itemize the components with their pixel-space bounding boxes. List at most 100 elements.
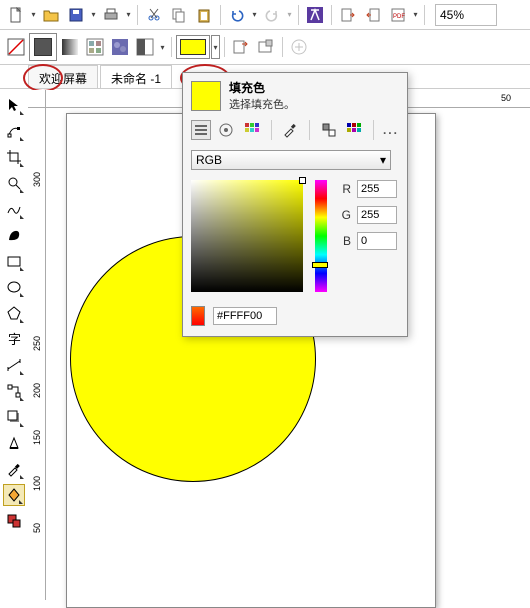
open-file-icon[interactable] [39, 3, 63, 27]
zoom-level-input[interactable] [435, 4, 497, 26]
print-icon[interactable] [99, 3, 123, 27]
new-file-icon[interactable] [4, 3, 28, 27]
hex-input[interactable] [213, 307, 277, 325]
app-launcher-icon[interactable] [303, 3, 327, 27]
texture-fill-icon[interactable] [108, 35, 132, 59]
saturation-value-area[interactable] [191, 180, 303, 292]
color-swatches-icon[interactable] [344, 120, 364, 140]
file-toolbar: ▾ ▾ ▾ ▾ ▾ PDF ▾ [0, 0, 530, 30]
separator [224, 37, 225, 57]
save-icon[interactable] [64, 3, 88, 27]
cut-icon[interactable] [142, 3, 166, 27]
view-palette-icon[interactable] [242, 120, 262, 140]
tab-welcome[interactable]: 欢迎屏幕 [28, 65, 98, 88]
r-input[interactable] [357, 180, 397, 198]
ruler-tick-label: 300 [32, 172, 42, 187]
pattern-fill-icon[interactable] [83, 35, 107, 59]
separator [171, 37, 172, 57]
zoom-tool-icon[interactable] [3, 172, 25, 194]
uniform-fill-icon[interactable] [29, 33, 57, 61]
current-fill-swatch [191, 81, 221, 111]
ellipse-tool-icon[interactable] [3, 276, 25, 298]
print-dropdown-icon[interactable]: ▾ [124, 3, 133, 27]
crop-tool-icon[interactable] [3, 146, 25, 168]
text-tool-icon[interactable]: 字 [3, 328, 25, 350]
g-input[interactable] [357, 206, 397, 224]
artistic-media-icon[interactable] [3, 224, 25, 246]
new-dropdown-icon[interactable]: ▾ [29, 3, 38, 27]
fill-color-dropdown-icon[interactable]: ▾ [211, 35, 220, 59]
rectangle-tool-icon[interactable] [3, 250, 25, 272]
b-label: B [339, 234, 351, 248]
eyedropper-icon[interactable] [281, 120, 301, 140]
redo-icon[interactable] [260, 3, 284, 27]
paste-icon[interactable] [192, 3, 216, 27]
color-model-label: RGB [196, 153, 222, 167]
ruler-tick-label: 250 [32, 336, 42, 351]
properties-toolbar: ▾ ▾ [0, 30, 530, 65]
add-icon[interactable] [287, 35, 311, 59]
ruler-tick-label: 200 [32, 383, 42, 398]
export-pdf-icon[interactable]: PDF [386, 3, 410, 27]
freehand-tool-icon[interactable] [3, 198, 25, 220]
popover-title: 填充色 [229, 79, 295, 96]
polygon-tool-icon[interactable] [3, 302, 25, 324]
smart-fill-icon[interactable] [3, 510, 25, 532]
separator [282, 37, 283, 57]
export-dropdown-icon[interactable]: ▾ [411, 3, 420, 27]
separator [331, 5, 332, 25]
connector-tool-icon[interactable] [3, 380, 25, 402]
export-icon[interactable] [361, 3, 385, 27]
ruler-tick-label: 100 [32, 476, 42, 491]
popover-subtitle: 选择填充色。 [229, 96, 295, 112]
interactive-fill-icon[interactable] [3, 484, 25, 506]
view-wheel-icon[interactable] [217, 120, 237, 140]
separator [137, 5, 138, 25]
undo-dropdown-icon[interactable]: ▾ [250, 3, 259, 27]
separator [309, 120, 310, 140]
fountain-fill-icon[interactable] [58, 35, 82, 59]
redo-dropdown-icon[interactable]: ▾ [285, 3, 294, 27]
popover-header: 填充色 选择填充色。 [183, 73, 407, 118]
separator [271, 120, 272, 140]
parallel-dim-icon[interactable] [3, 354, 25, 376]
import-icon[interactable] [336, 3, 360, 27]
separator [220, 5, 221, 25]
postscript-fill-icon[interactable] [133, 35, 157, 59]
eyedropper-tool-icon[interactable] [3, 458, 25, 480]
separator [298, 5, 299, 25]
fill-color-popover: 填充色 选择填充色。 ... RGB ▾ R G B [182, 72, 408, 337]
drop-shadow-icon[interactable] [3, 406, 25, 428]
hue-slider[interactable] [315, 180, 327, 292]
transparency-tool-icon[interactable] [3, 432, 25, 454]
sv-marker[interactable] [299, 177, 306, 184]
view-sliders-icon[interactable] [191, 120, 211, 140]
edit-fill-icon[interactable] [254, 35, 278, 59]
r-label: R [339, 182, 351, 196]
tab-untitled[interactable]: 未命名 -1 [100, 65, 172, 88]
color-model-select[interactable]: RGB ▾ [191, 150, 391, 170]
rgb-inputs: R G B [339, 180, 397, 292]
svg-text:PDF: PDF [393, 14, 405, 20]
copy-fill-icon[interactable] [229, 35, 253, 59]
undo-icon[interactable] [225, 3, 249, 27]
fill-color-swatch[interactable] [176, 35, 210, 59]
svg-text:字: 字 [8, 332, 21, 347]
shape-tool-icon[interactable] [3, 120, 25, 142]
ruler-origin[interactable] [28, 90, 46, 108]
ruler-tick-label: 150 [32, 430, 42, 445]
fill-type-dropdown-icon[interactable]: ▾ [158, 35, 167, 59]
popover-view-row: ... [183, 118, 407, 146]
vertical-ruler[interactable]: 50 100 150 200 250 300 [28, 108, 46, 600]
swap-colors-icon[interactable] [319, 120, 339, 140]
pick-tool-icon[interactable] [3, 94, 25, 116]
hue-marker[interactable] [312, 262, 328, 268]
no-fill-icon[interactable] [4, 35, 28, 59]
b-input[interactable] [357, 232, 397, 250]
more-button[interactable]: ... [383, 123, 399, 137]
previous-color-swatch[interactable] [191, 306, 205, 326]
save-dropdown-icon[interactable]: ▾ [89, 3, 98, 27]
separator [373, 120, 374, 140]
ruler-tick-label: 50 [32, 523, 42, 533]
copy-icon[interactable] [167, 3, 191, 27]
